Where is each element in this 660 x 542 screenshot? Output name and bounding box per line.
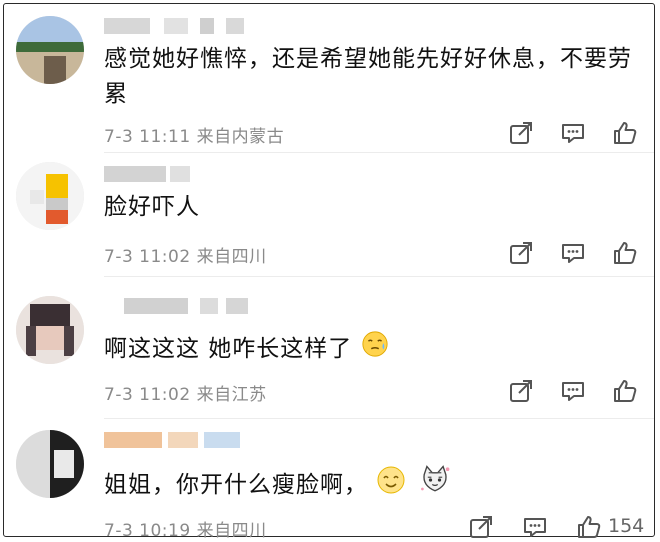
username-redacted[interactable] (104, 298, 264, 318)
avatar[interactable] (16, 162, 84, 230)
comment-meta: 7-3 11:02 来自四川 (104, 247, 267, 267)
divider (104, 276, 654, 277)
username-redacted[interactable] (104, 18, 264, 38)
comment-icon[interactable] (558, 376, 588, 406)
cat-sticker-icon (415, 462, 455, 509)
comment-text: 啊这这这 她咋长这样了 (104, 330, 636, 369)
comment-list: 感觉她好憔悴，还是希望她能先好好休息，不要劳累 7-3 11:11 来自内蒙古 (3, 3, 656, 541)
like-count: 154 (608, 515, 645, 537)
avatar[interactable] (16, 430, 84, 498)
share-icon[interactable] (506, 118, 536, 148)
avatar[interactable] (16, 296, 84, 364)
sweat-face-emoji (361, 330, 389, 369)
thumbs-up-icon[interactable] (610, 376, 640, 406)
comment-item: 脸好吓人 7-3 11:02 来自四川 (4, 152, 656, 282)
comment-text: 感觉她好憔悴，还是希望她能先好好休息，不要劳累 (104, 46, 632, 107)
comment-item: 姐姐，你开什么瘦脸啊， 7-3 10:19 来自四川 154 (4, 422, 656, 541)
smile-emoji (376, 465, 406, 506)
comment-actions (506, 376, 656, 406)
comment-meta: 7-3 11:11 来自内蒙古 (104, 127, 285, 147)
divider (104, 418, 654, 419)
avatar[interactable] (16, 16, 84, 84)
share-icon[interactable] (466, 512, 496, 542)
comment-text: 姐姐，你开什么瘦脸啊， (104, 462, 636, 509)
thumbs-up-icon[interactable] (574, 512, 604, 542)
thumbs-up-icon[interactable] (610, 238, 640, 268)
thumbs-up-icon[interactable] (610, 118, 640, 148)
comment-icon[interactable] (520, 512, 550, 542)
comment-actions: 154 (466, 512, 656, 542)
comment-meta: 7-3 11:02 来自江苏 (104, 385, 267, 405)
share-icon[interactable] (506, 238, 536, 268)
comment-item: 啊这这这 她咋长这样了 7-3 11:02 来自江苏 (4, 284, 656, 419)
comment-text: 脸好吓人 (104, 194, 200, 220)
comment-item: 感觉她好憔悴，还是希望她能先好好休息，不要劳累 7-3 11:11 来自内蒙古 (4, 4, 656, 149)
username-redacted[interactable] (104, 432, 264, 452)
username-redacted[interactable] (104, 166, 264, 186)
comment-meta: 7-3 10:19 来自四川 (104, 521, 267, 541)
comment-actions (506, 118, 656, 148)
share-icon[interactable] (506, 376, 536, 406)
comment-icon[interactable] (558, 238, 588, 268)
comment-actions (506, 238, 656, 268)
comment-icon[interactable] (558, 118, 588, 148)
